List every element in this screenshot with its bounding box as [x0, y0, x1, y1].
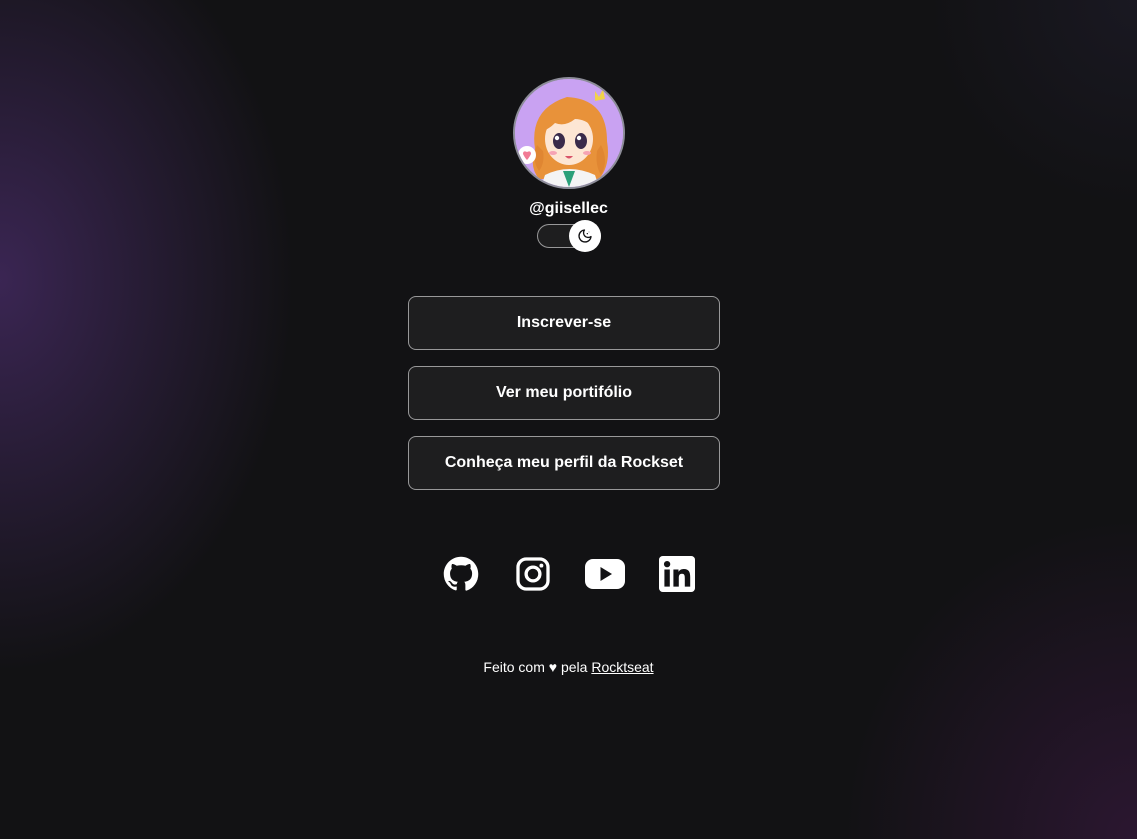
youtube-icon	[584, 559, 625, 589]
link-item: Ver meu portifólio	[408, 366, 720, 420]
anime-girl-avatar-icon	[514, 79, 623, 187]
footer-text: Feito com ♥ pela	[483, 659, 588, 675]
youtube-link[interactable]	[584, 554, 625, 594]
subscribe-button[interactable]: Inscrever-se	[408, 296, 720, 350]
github-icon	[443, 556, 478, 591]
instagram-link[interactable]	[513, 554, 553, 594]
rocketseat-link[interactable]: Rocktseat	[591, 659, 653, 675]
linkedin-link[interactable]	[657, 554, 697, 594]
linkedin-icon	[658, 556, 695, 592]
github-link[interactable]	[441, 554, 481, 594]
instagram-icon	[515, 557, 550, 591]
profile-section: @giisellec	[0, 77, 1137, 252]
moon-icon	[577, 229, 592, 243]
page: @giisellec Inscrever-se Ver meu portifól…	[0, 0, 1137, 839]
footer: Feito com ♥ pela Rocktseat	[0, 657, 1137, 677]
theme-toggle-switch[interactable]	[536, 220, 601, 252]
switch-knob[interactable]	[568, 220, 601, 252]
link-item: Conheça meu perfil da Rockset	[408, 436, 720, 490]
link-list: Inscrever-se Ver meu portifólio Conheça …	[408, 296, 720, 506]
avatar	[512, 77, 625, 189]
username: @giisellec	[529, 200, 608, 217]
portfolio-button[interactable]: Ver meu portifólio	[408, 366, 720, 420]
social-links	[0, 554, 1137, 594]
rocketseat-profile-button[interactable]: Conheça meu perfil da Rockset	[408, 436, 720, 490]
link-item: Inscrever-se	[408, 296, 720, 350]
